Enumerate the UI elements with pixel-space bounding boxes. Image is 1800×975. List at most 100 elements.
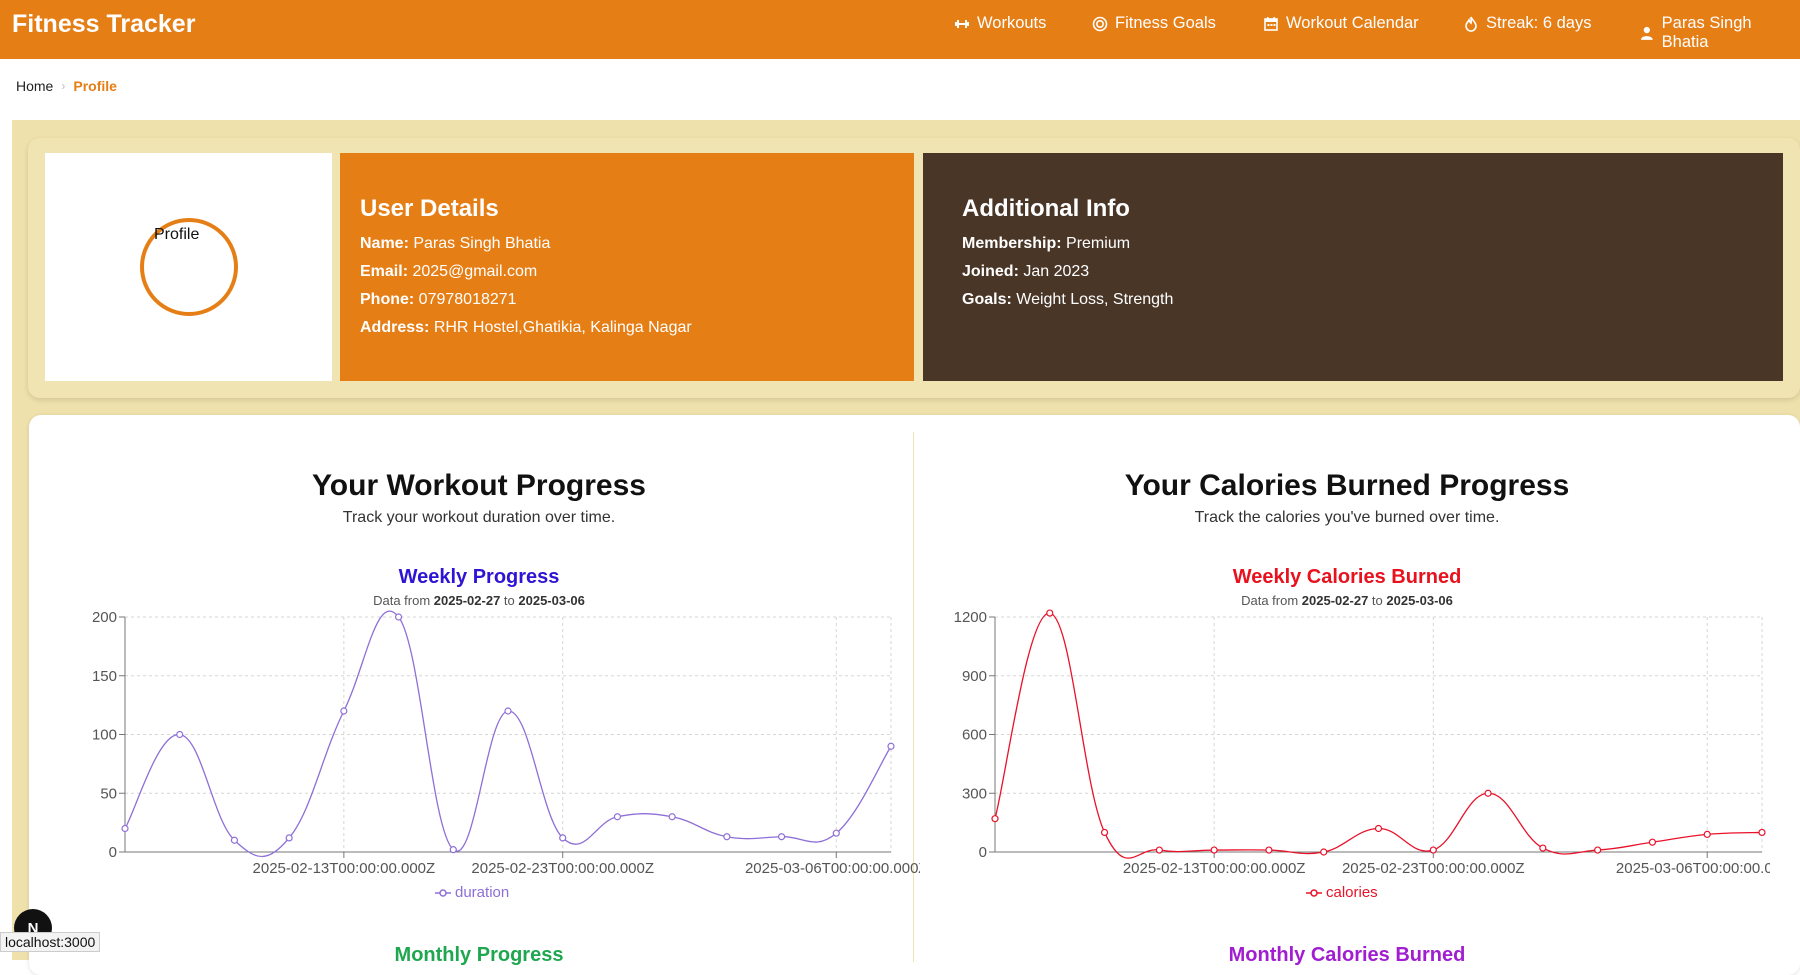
- x-tick-label: 2025-02-13T00:00:00.000Z: [253, 860, 436, 875]
- data-point: [991, 815, 999, 823]
- y-tick-label: 600: [962, 727, 987, 744]
- detail-name-value: Paras Singh Bhatia: [413, 235, 551, 252]
- detail-address-value: RHR Hostel,Ghatikia, Kalinga Nagar: [433, 319, 692, 336]
- x-tick-label: 2025-03-06T00:00:00.000Z: [1616, 860, 1770, 875]
- x-tick-label: 2025-02-13T00:00:00.000Z: [1123, 860, 1306, 875]
- user-icon: [1640, 26, 1653, 40]
- detail-name: Name: Paras Singh Bhatia: [360, 235, 550, 253]
- detail-email: Email: 2025@gmail.com: [360, 263, 537, 281]
- additional-info-title: Additional Info: [962, 195, 1130, 222]
- detail-phone: Phone: 07978018271: [360, 291, 517, 309]
- series-line: [994, 612, 1763, 859]
- top-navbar: Fitness Tracker Workouts Fitness Goals W…: [0, 0, 1800, 59]
- detail-address-label: Address:: [360, 319, 430, 336]
- detail-address: Address: RHR Hostel,Ghatikia, Kalinga Na…: [360, 319, 692, 337]
- nav-fitness-goals[interactable]: Fitness Goals: [1092, 14, 1216, 33]
- workout-section-title: Your Workout Progress: [312, 469, 646, 502]
- data-point: [1703, 830, 1711, 838]
- breadcrumb-separator: ›: [61, 79, 66, 93]
- detail-email-label: Email:: [360, 263, 409, 280]
- nav-workouts-label: Workouts: [977, 14, 1047, 32]
- user-details-card: User Details Name: Paras Singh Bhatia Em…: [340, 153, 914, 381]
- legend-marker-icon: [1306, 888, 1322, 897]
- user-details-title: User Details: [360, 195, 499, 222]
- weekly-progress-title: Weekly Progress: [398, 566, 560, 588]
- detail-name-label: Name:: [360, 235, 409, 252]
- y-tick-label: 50: [100, 785, 117, 802]
- y-tick-label: 200: [92, 609, 117, 626]
- info-goals: Goals: Weight Loss, Strength: [962, 291, 1173, 309]
- weekly-calories-title: Weekly Calories Burned: [1232, 566, 1462, 588]
- breadcrumb: Home › Profile: [16, 78, 117, 94]
- y-tick-label: 900: [962, 668, 987, 685]
- x-tick-label: 2025-02-23T00:00:00.000Z: [471, 860, 654, 875]
- data-point: [340, 707, 348, 715]
- avatar: Profile: [140, 218, 238, 316]
- calories-section-title: Your Calories Burned Progress: [1124, 469, 1570, 502]
- info-goals-value: Weight Loss, Strength: [1016, 291, 1174, 308]
- data-point: [1046, 609, 1054, 617]
- status-bar-url: localhost:3000: [0, 932, 101, 952]
- data-point: [613, 813, 622, 821]
- data-point: [1429, 846, 1437, 854]
- data-point: [1374, 824, 1383, 833]
- additional-info-card: Additional Info Membership: Premium Join…: [923, 153, 1783, 381]
- info-joined: Joined: Jan 2023: [962, 263, 1089, 281]
- nav-workout-calendar-label: Workout Calendar: [1286, 14, 1419, 32]
- calories-legend[interactable]: calories: [1306, 884, 1378, 901]
- info-joined-value: Jan 2023: [1023, 263, 1090, 280]
- data-point: [723, 833, 731, 841]
- data-point: [1484, 789, 1492, 797]
- data-point: [1100, 828, 1109, 837]
- y-tick-label: 300: [962, 785, 987, 802]
- y-tick-label: 100: [92, 727, 117, 744]
- info-joined-label: Joined:: [962, 263, 1019, 280]
- monthly-calories-title: Monthly Calories Burned: [1228, 944, 1466, 966]
- dumbbell-icon: [955, 19, 969, 28]
- data-point: [1265, 846, 1273, 854]
- data-point: [832, 829, 840, 837]
- series-line: [124, 610, 892, 857]
- nav-fitness-goals-label: Fitness Goals: [1115, 14, 1216, 32]
- detail-phone-label: Phone:: [360, 291, 415, 308]
- x-tick-label: 2025-02-23T00:00:00.000Z: [1342, 860, 1525, 875]
- data-point: [1320, 848, 1328, 856]
- weekly-calories-chart: 0 300 600 900 1200 2025-02-13T00:00:00.000Z 20…: [954, 609, 1770, 875]
- calendar-icon: [1264, 16, 1278, 31]
- breadcrumb-current: Profile: [73, 78, 117, 94]
- data-point: [1539, 844, 1547, 852]
- profile-photo-box: Profile: [45, 153, 332, 381]
- y-tick-label: 150: [92, 668, 117, 685]
- nav-user-profile[interactable]: Paras Singh Bhatia: [1639, 14, 1800, 52]
- data-point: [1210, 846, 1218, 854]
- data-point: [449, 846, 457, 854]
- nav-workout-calendar[interactable]: Workout Calendar: [1263, 14, 1419, 33]
- info-membership-value: Premium: [1066, 235, 1131, 252]
- calories-section-subtitle: Track the calories you've burned over ti…: [1194, 509, 1500, 526]
- data-point: [887, 742, 895, 750]
- nav-streak-label: Streak: 6 days: [1486, 14, 1592, 32]
- detail-email-value: 2025@gmail.com: [412, 263, 538, 280]
- workout-section-subtitle: Track your workout duration over time.: [342, 509, 616, 526]
- data-point: [230, 836, 239, 844]
- nav-streak[interactable]: Streak: 6 days: [1463, 14, 1591, 33]
- weekly-duration-chart: 0 50 100 150 200 2025-02-13T00:00:00.000Z 2025…: [92, 609, 920, 875]
- duration-legend[interactable]: duration: [435, 884, 509, 901]
- info-membership-label: Membership:: [962, 235, 1062, 252]
- x-tick-label: 2025-03-06T00:00:00.000Z: [745, 860, 920, 875]
- info-membership: Membership: Premium: [962, 235, 1130, 253]
- data-point: [1594, 846, 1602, 854]
- y-tick-label: 0: [109, 844, 117, 861]
- target-icon: [1092, 16, 1108, 31]
- avatar-alt-text: Profile: [154, 226, 200, 243]
- data-point: [1648, 838, 1657, 846]
- brand-title[interactable]: Fitness Tracker: [12, 10, 195, 39]
- data-point: [121, 824, 129, 833]
- data-point: [1758, 828, 1766, 837]
- breadcrumb-home[interactable]: Home: [16, 78, 53, 94]
- data-point: [504, 707, 512, 715]
- nav-user-label: Paras Singh Bhatia: [1661, 14, 1752, 51]
- data-point: [394, 613, 403, 621]
- nav-workouts[interactable]: Workouts: [954, 14, 1046, 33]
- data-point: [668, 813, 676, 821]
